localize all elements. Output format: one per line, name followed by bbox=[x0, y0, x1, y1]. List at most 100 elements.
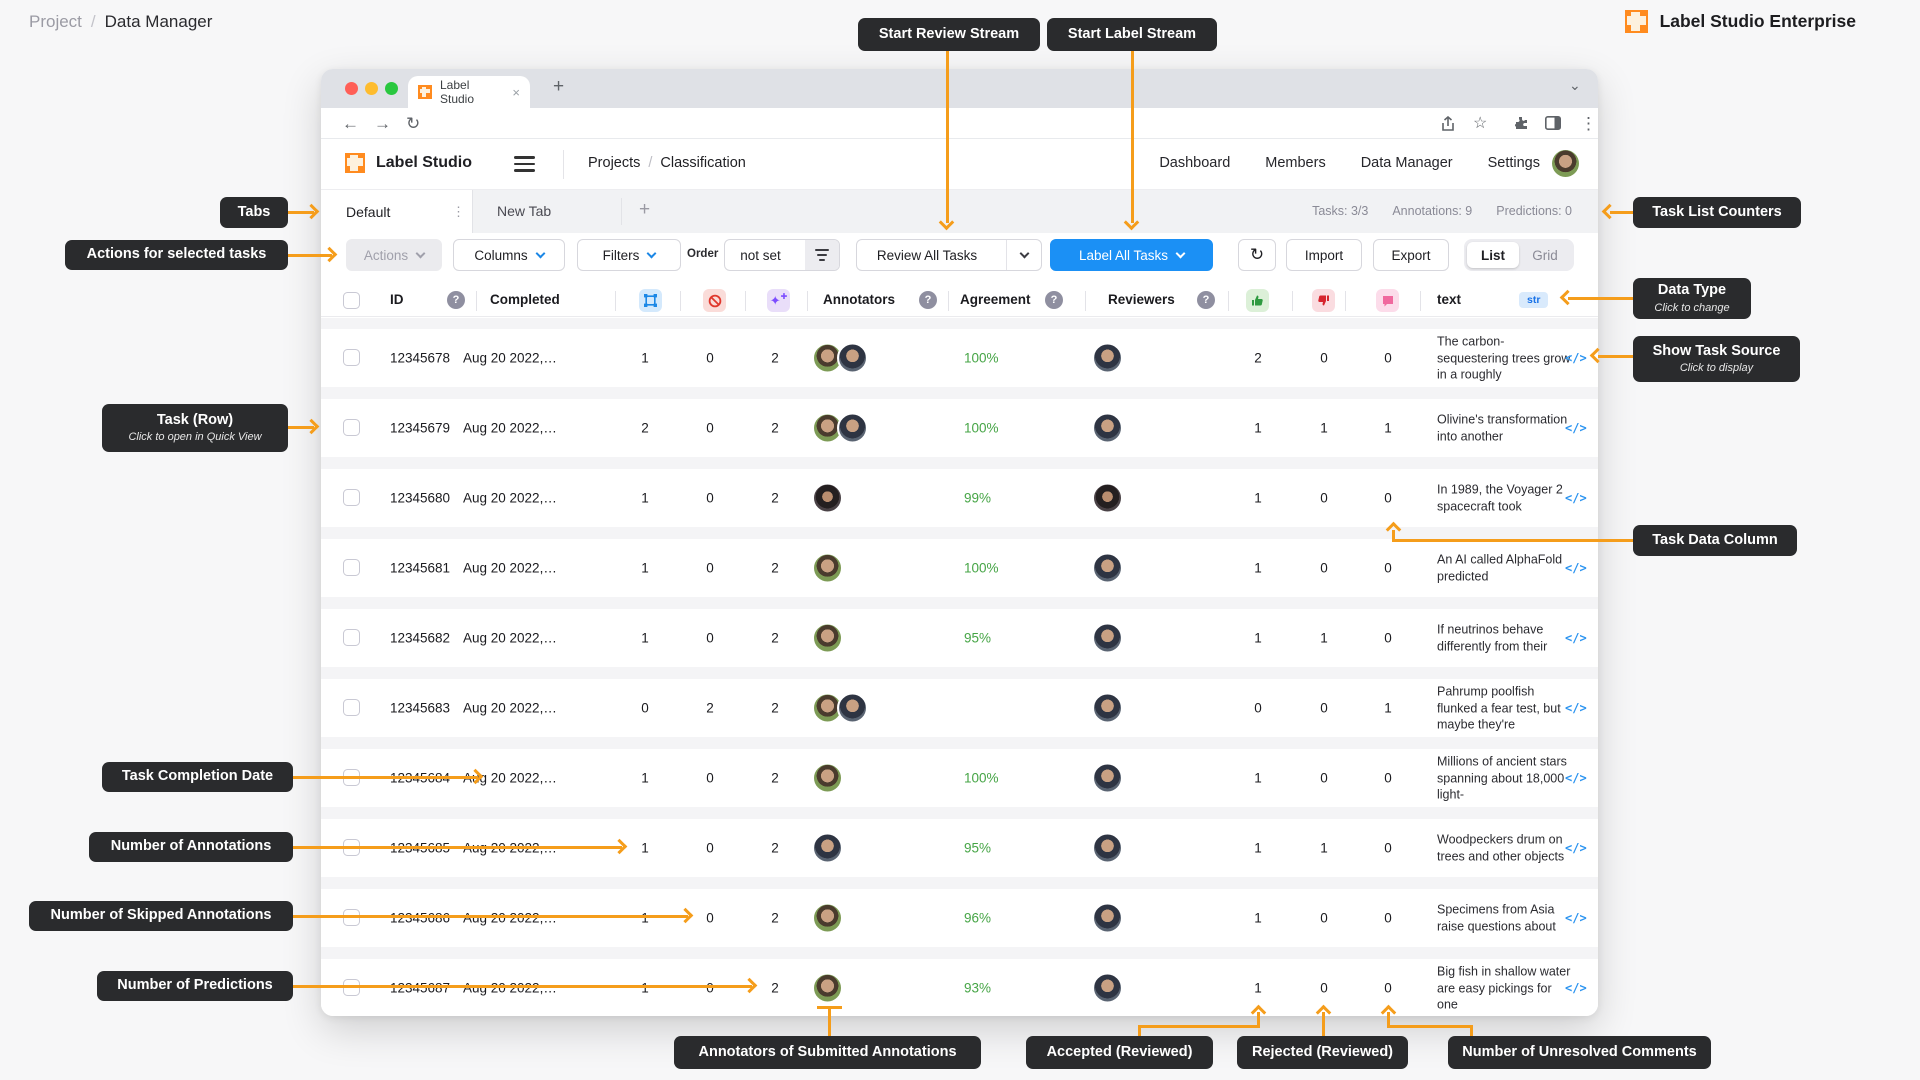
label-all-tasks-button[interactable]: Label All Tasks bbox=[1050, 239, 1213, 271]
review-dropdown-chevron-icon[interactable] bbox=[1006, 240, 1041, 270]
task-source-icon[interactable]: </> bbox=[1565, 841, 1587, 855]
annotators-help-icon[interactable]: ? bbox=[919, 291, 937, 309]
reviewer-avatar[interactable] bbox=[1092, 903, 1123, 934]
col-text[interactable]: text bbox=[1437, 292, 1461, 307]
task-checkbox[interactable] bbox=[343, 349, 360, 366]
tab-options-icon[interactable]: ⋮ bbox=[452, 204, 465, 220]
order-value-button[interactable]: not set bbox=[724, 239, 840, 271]
actions-button[interactable]: Actions bbox=[346, 239, 442, 271]
extensions-puzzle-icon[interactable] bbox=[1513, 116, 1528, 131]
user-avatar[interactable] bbox=[1552, 150, 1579, 177]
reviewer-avatar[interactable] bbox=[1092, 413, 1123, 444]
reviewers-help-icon[interactable]: ? bbox=[1197, 291, 1215, 309]
annotator-avatar[interactable] bbox=[837, 413, 868, 444]
task-checkbox[interactable] bbox=[343, 419, 360, 436]
total-annotations-icon[interactable] bbox=[639, 289, 662, 312]
annotator-avatar[interactable] bbox=[812, 973, 843, 1004]
task-checkbox[interactable] bbox=[343, 489, 360, 506]
task-source-icon[interactable]: </> bbox=[1565, 771, 1587, 785]
task-row[interactable]: 12345684Aug 20 2022,…102100%100Millions … bbox=[321, 749, 1598, 807]
reviewer-avatar[interactable] bbox=[1092, 973, 1123, 1004]
nav-settings[interactable]: Settings bbox=[1488, 155, 1540, 171]
select-all-checkbox[interactable] bbox=[343, 292, 360, 309]
crumb-projects[interactable]: Projects bbox=[588, 155, 640, 171]
annotator-avatar[interactable] bbox=[812, 623, 843, 654]
bookmark-star-icon[interactable]: ☆ bbox=[1473, 113, 1487, 133]
task-row[interactable]: 12345678Aug 20 2022,…102100%200The carbo… bbox=[321, 329, 1598, 387]
list-toggle[interactable]: List bbox=[1467, 242, 1519, 268]
predictions-icon[interactable]: ✦✚ bbox=[767, 289, 790, 312]
traffic-minimize-icon[interactable] bbox=[365, 82, 378, 95]
comments-icon[interactable] bbox=[1376, 289, 1399, 312]
data-type-badge[interactable]: str bbox=[1519, 292, 1548, 308]
new-tab-icon[interactable]: + bbox=[553, 76, 564, 98]
task-checkbox[interactable] bbox=[343, 699, 360, 716]
grid-toggle[interactable]: Grid bbox=[1519, 248, 1571, 263]
columns-button[interactable]: Columns bbox=[453, 239, 565, 271]
task-row[interactable]: 12345682Aug 20 2022,…10295%110If neutrin… bbox=[321, 609, 1598, 667]
reload-icon[interactable]: ↻ bbox=[406, 114, 420, 134]
sidepanel-icon[interactable] bbox=[1545, 116, 1561, 130]
import-button[interactable]: Import bbox=[1286, 239, 1362, 271]
tab-new-tab[interactable]: New Tab bbox=[497, 203, 551, 219]
col-annotators[interactable]: Annotators bbox=[823, 292, 895, 307]
task-row[interactable]: 12345686Aug 20 2022,…10296%100Specimens … bbox=[321, 889, 1598, 947]
agreement-help-icon[interactable]: ? bbox=[1045, 291, 1063, 309]
reviewer-avatar[interactable] bbox=[1092, 763, 1123, 794]
task-row[interactable]: 12345679Aug 20 2022,…202100%111Olivine's… bbox=[321, 399, 1598, 457]
accepted-review-icon[interactable] bbox=[1246, 289, 1269, 312]
traffic-close-icon[interactable] bbox=[345, 82, 358, 95]
task-checkbox[interactable] bbox=[343, 629, 360, 646]
breadcrumb-parent[interactable]: Project bbox=[29, 12, 82, 32]
task-source-icon[interactable]: </> bbox=[1565, 561, 1587, 575]
task-source-icon[interactable]: </> bbox=[1565, 421, 1587, 435]
task-source-icon[interactable]: </> bbox=[1565, 911, 1587, 925]
traffic-zoom-icon[interactable] bbox=[385, 82, 398, 95]
hamburger-menu-icon[interactable] bbox=[514, 156, 535, 172]
app-brand[interactable]: Label Studio bbox=[345, 153, 472, 173]
reviewer-avatar[interactable] bbox=[1092, 553, 1123, 584]
tab-close-icon[interactable]: × bbox=[512, 85, 520, 100]
task-source-icon[interactable]: </> bbox=[1565, 351, 1587, 365]
forward-icon[interactable]: → bbox=[374, 114, 391, 134]
review-all-tasks-button[interactable]: Review All Tasks bbox=[856, 239, 1042, 271]
browser-menu-icon[interactable]: ⋮ bbox=[1580, 114, 1597, 134]
sort-order-icon[interactable] bbox=[805, 240, 839, 270]
rejected-review-icon[interactable] bbox=[1312, 289, 1335, 312]
task-source-icon[interactable]: </> bbox=[1565, 631, 1587, 645]
add-view-tab-icon[interactable]: + bbox=[639, 199, 650, 221]
reviewer-avatar[interactable] bbox=[1092, 343, 1123, 374]
skipped-annotations-icon[interactable] bbox=[703, 289, 726, 312]
reviewer-avatar[interactable] bbox=[1092, 483, 1123, 514]
task-row[interactable]: 12345681Aug 20 2022,…102100%100An AI cal… bbox=[321, 539, 1598, 597]
annotator-avatar[interactable] bbox=[812, 903, 843, 934]
task-row[interactable]: 12345683Aug 20 2022,…022001Pahrump poolf… bbox=[321, 679, 1598, 737]
nav-data-manager[interactable]: Data Manager bbox=[1361, 155, 1453, 171]
annotator-avatar[interactable] bbox=[812, 483, 843, 514]
annotator-avatar[interactable] bbox=[812, 553, 843, 584]
reviewer-avatar[interactable] bbox=[1092, 623, 1123, 654]
filters-button[interactable]: Filters bbox=[577, 239, 681, 271]
task-row[interactable]: 12345680Aug 20 2022,…10299%100In 1989, t… bbox=[321, 469, 1598, 527]
reviewer-avatar[interactable] bbox=[1092, 833, 1123, 864]
col-id[interactable]: ID bbox=[390, 292, 404, 307]
tab-default[interactable]: Default ⋮ bbox=[321, 190, 472, 233]
share-icon[interactable] bbox=[1441, 116, 1455, 132]
task-source-icon[interactable]: </> bbox=[1565, 491, 1587, 505]
tabstrip-chevron-icon[interactable]: ⌄ bbox=[1569, 77, 1581, 94]
nav-members[interactable]: Members bbox=[1265, 155, 1325, 171]
id-help-icon[interactable]: ? bbox=[447, 291, 465, 309]
annotator-avatar[interactable] bbox=[837, 693, 868, 724]
browser-tab[interactable]: Label Studio × bbox=[408, 76, 530, 108]
task-source-icon[interactable]: </> bbox=[1565, 701, 1587, 715]
refresh-button[interactable]: ↻ bbox=[1238, 239, 1276, 271]
export-button[interactable]: Export bbox=[1373, 239, 1449, 271]
annotator-avatar[interactable] bbox=[812, 833, 843, 864]
task-source-icon[interactable]: </> bbox=[1565, 981, 1587, 995]
back-icon[interactable]: ← bbox=[342, 114, 359, 134]
task-checkbox[interactable] bbox=[343, 559, 360, 576]
annotator-avatar[interactable] bbox=[837, 343, 868, 374]
col-reviewers[interactable]: Reviewers bbox=[1108, 292, 1175, 307]
col-completed[interactable]: Completed bbox=[490, 292, 560, 307]
col-agreement[interactable]: Agreement bbox=[960, 292, 1031, 307]
